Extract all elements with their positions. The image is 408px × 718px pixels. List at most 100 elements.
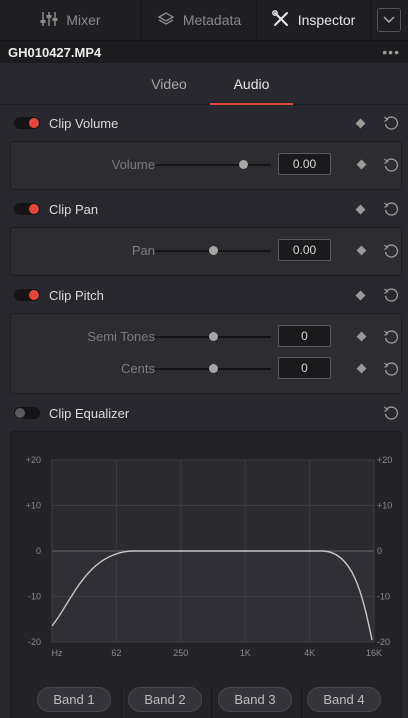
clip-volume-panel: Volume 0.00	[10, 141, 402, 190]
cents-slider[interactable]	[155, 364, 271, 373]
eq-y-tick-label: 0	[36, 546, 41, 556]
eq-x-tick-label: Hz	[52, 648, 63, 658]
eq-y-tick-label: -10	[28, 592, 41, 602]
eq-x-tick-label: 250	[173, 648, 188, 658]
tab-video-label: Video	[151, 76, 187, 92]
eq-y-tick-label: -20	[377, 637, 390, 647]
eq-x-tick-label: 1K	[240, 648, 251, 658]
volume-slider-thumb[interactable]	[239, 160, 249, 169]
reset-icon[interactable]	[383, 361, 399, 377]
inspector-tab[interactable]: Inspector	[257, 0, 371, 41]
keyframe-icon[interactable]	[355, 118, 366, 128]
keyframe-icon[interactable]	[356, 159, 367, 170]
eq-x-tick-label: 4K	[304, 648, 315, 658]
keyframe-icon[interactable]	[356, 331, 367, 342]
more-options-button[interactable]: •••	[382, 44, 400, 60]
cents-value-field[interactable]: 0	[278, 357, 331, 379]
band-2-button[interactable]: Band 2	[128, 687, 202, 712]
mixer-tab[interactable]: Mixer	[0, 0, 142, 41]
eq-y-axis-right: +20 +10 0 -10 -20	[377, 455, 392, 647]
keyframe-icon[interactable]	[356, 245, 367, 256]
reset-icon[interactable]	[383, 287, 399, 303]
reset-icon[interactable]	[383, 405, 399, 421]
volume-value-field[interactable]: 0.00	[278, 153, 331, 175]
reset-icon[interactable]	[383, 243, 399, 259]
pan-label: Pan	[131, 243, 155, 258]
eq-y-tick-label: -10	[377, 592, 390, 602]
band-divider	[121, 688, 122, 718]
tab-audio-label: Audio	[233, 76, 270, 92]
eq-x-axis: Hz 62 250 1K 4K 16K	[52, 648, 383, 658]
eq-x-tick-label: 62	[111, 648, 121, 658]
chevron-down-icon	[377, 8, 401, 32]
top-panel-bar: Mixer Metadata Inspector	[0, 0, 408, 41]
reset-icon[interactable]	[383, 157, 399, 173]
reset-icon[interactable]	[383, 115, 399, 131]
clip-pan-title: Clip Pan	[49, 201, 99, 217]
cents-row: Cents 0	[11, 357, 403, 381]
pan-value-field[interactable]: 0.00	[278, 239, 331, 261]
tab-audio[interactable]: Audio	[210, 63, 293, 105]
clip-pan-toggle[interactable]	[14, 203, 40, 215]
pan-row: Pan 0.00	[11, 239, 403, 263]
eq-bands-bar: Band 1 Band 2 Band 3 Band 4	[0, 684, 408, 718]
cents-label: Cents	[121, 361, 155, 376]
clip-equalizer-toggle[interactable]	[14, 407, 40, 419]
file-header: GH010427.MP4 •••	[0, 41, 408, 63]
reset-icon[interactable]	[383, 329, 399, 345]
eq-y-tick-label: +20	[377, 455, 392, 465]
eq-graph-panel[interactable]: +20 +10 0 -10 -20 +20 +10 0 -10 -20 Hz 62 250 1K 4K 1…	[10, 431, 402, 718]
clip-filename: GH010427.MP4	[8, 44, 102, 60]
eq-y-tick-label: +20	[26, 455, 41, 465]
keyframe-icon[interactable]	[355, 204, 366, 214]
semitones-slider[interactable]	[155, 332, 271, 341]
volume-label: Volume	[111, 157, 155, 172]
band-3-button[interactable]: Band 3	[218, 687, 292, 712]
mixer-icon	[40, 11, 58, 30]
band-divider	[211, 688, 212, 718]
clip-pitch-title: Clip Pitch	[49, 287, 104, 303]
clip-pitch-panel: Semi Tones 0 Cents 0	[10, 313, 402, 394]
metadata-tab[interactable]: Metadata	[142, 0, 257, 41]
semitones-row: Semi Tones 0	[11, 325, 403, 349]
eq-x-tick-label: 16K	[366, 648, 382, 658]
band-divider	[301, 688, 302, 718]
volume-row: Volume 0.00	[11, 153, 403, 177]
eq-y-tick-label: +10	[26, 501, 41, 511]
eq-y-tick-label: -20	[28, 637, 41, 647]
eq-y-tick-label: 0	[377, 546, 382, 556]
semitones-label: Semi Tones	[87, 329, 155, 344]
clip-volume-toggle[interactable]	[14, 117, 40, 129]
pan-slider[interactable]	[155, 246, 271, 255]
active-tab-indicator	[210, 103, 293, 105]
clip-pitch-toggle[interactable]	[14, 289, 40, 301]
clip-pitch-header: Clip Pitch	[0, 280, 408, 310]
inspector-label: Inspector	[297, 12, 356, 28]
clip-pan-panel: Pan 0.00	[10, 227, 402, 276]
band-4-button[interactable]: Band 4	[307, 687, 381, 712]
clip-volume-header: Clip Volume	[0, 108, 408, 138]
volume-slider[interactable]	[155, 160, 271, 169]
clip-pan-header: Clip Pan	[0, 194, 408, 224]
pan-slider-thumb[interactable]	[209, 246, 218, 255]
eq-graph[interactable]: +20 +10 0 -10 -20 +20 +10 0 -10 -20 Hz 62 250 1K 4K 1…	[11, 432, 403, 682]
inspector-tabs: Video Audio	[0, 63, 408, 105]
mixer-label: Mixer	[66, 12, 101, 28]
metadata-icon	[157, 11, 175, 30]
band-1-button[interactable]: Band 1	[37, 687, 111, 712]
keyframe-icon[interactable]	[355, 290, 366, 300]
expand-panel-button[interactable]	[371, 0, 407, 41]
cents-slider-thumb[interactable]	[209, 364, 218, 373]
tab-video[interactable]: Video	[128, 63, 210, 105]
reset-icon[interactable]	[383, 201, 399, 217]
eq-y-tick-label: +10	[377, 501, 392, 511]
eq-y-axis-left: +20 +10 0 -10 -20	[26, 455, 41, 647]
clip-equalizer-header: Clip Equalizer	[0, 398, 408, 428]
clip-equalizer-title: Clip Equalizer	[49, 405, 130, 421]
keyframe-icon[interactable]	[356, 363, 367, 374]
clip-volume-title: Clip Volume	[49, 115, 119, 131]
semitones-value-field[interactable]: 0	[278, 325, 331, 347]
semitones-slider-thumb[interactable]	[209, 332, 218, 341]
inspector-icon	[271, 9, 290, 31]
metadata-label: Metadata	[182, 12, 242, 28]
